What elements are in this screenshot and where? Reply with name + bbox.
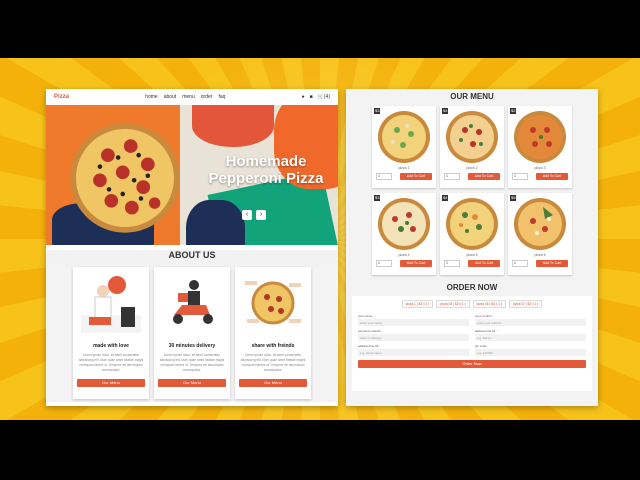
address1-input[interactable]: e.g. flat no. [475, 334, 586, 341]
payment-select[interactable]: cash on delivery [358, 334, 469, 341]
order-form: pizza 1 ( $3 x 2 ) pizza 03 ( $2 x 1 ) p… [352, 296, 592, 391]
price-badge: $4 [442, 108, 449, 114]
card-title: made with love [93, 343, 129, 349]
hero-title: Homemade Pepperoni Pizza [208, 153, 324, 187]
pizza-name: pizza 6 [534, 253, 546, 257]
pizza-image [514, 198, 566, 250]
nav-link-home[interactable]: home [145, 94, 158, 100]
pincode-input[interactable]: e.g. 123456 [475, 349, 586, 356]
order-chip[interactable]: pizza 06 ( $4 x 1 ) [472, 300, 506, 308]
delivery-scooter-illustration [173, 280, 213, 324]
order-chip[interactable]: pizza 07 ( $2 x 1 ) [508, 300, 543, 308]
number-input[interactable]: enter your number [475, 319, 586, 326]
name-field: your name : enter your name [358, 314, 469, 326]
screen: Pizza home about menu order faq ● ■ 🛒(4) [0, 0, 640, 480]
our-menu-button[interactable]: Our Menu [77, 379, 145, 387]
add-to-cart-button[interactable]: Add To Cart [468, 173, 500, 180]
about-card-share: share with freinds Lorem ipsum dolor, si… [235, 267, 311, 399]
about-card-love: made with love Lorem ipsum dolor, sit am… [73, 267, 149, 399]
menu-item: $5 pizza 6 1 Add To Cart [508, 193, 572, 275]
pizza-image [446, 111, 498, 163]
card-text: Lorem ipsum dolor, sit amet consectetur … [240, 353, 306, 372]
our-menu-button[interactable]: Our Menu [158, 379, 226, 387]
menu-item: $4 pizza 5 1 Add To Cart [440, 193, 504, 275]
order-now-button[interactable]: Order Now [358, 360, 586, 368]
order-chip[interactable]: pizza 03 ( $2 x 1 ) [436, 300, 470, 308]
about-section: ABOUT US made with love Lorem ipsum dolo… [46, 250, 338, 402]
quantity-input[interactable]: 1 [512, 260, 528, 267]
menu-grid: $3 pizza 1 1 Add To Cart $4 pizza 2 1 Add … [346, 106, 598, 275]
next-arrow-icon[interactable]: › [256, 210, 266, 220]
order-chip[interactable]: pizza 1 ( $3 x 2 ) [401, 300, 434, 308]
pepperoni-pizza-image [70, 123, 180, 233]
nav-icons: ● ■ 🛒(4) [302, 94, 330, 100]
quantity-input[interactable]: 1 [444, 173, 460, 180]
add-to-cart-button[interactable]: Add To Cart [468, 260, 500, 267]
nav-links: home about menu order faq [145, 94, 225, 100]
price-badge: $3 [374, 195, 381, 201]
add-to-cart-button[interactable]: Add To Cart [536, 260, 568, 267]
price-badge: $2 [510, 108, 517, 114]
add-to-cart-button[interactable]: Add To Cart [400, 173, 432, 180]
user-icon[interactable]: ● [302, 94, 305, 100]
menu-item: $3 pizza 4 1 Add To Cart [372, 193, 436, 275]
nav-link-about[interactable]: about [164, 94, 177, 100]
pizza-name: pizza 3 [534, 166, 546, 170]
cart-count: (4) [323, 94, 330, 100]
quantity-input[interactable]: 1 [512, 173, 528, 180]
number-field: your number : enter your number [475, 314, 586, 326]
pincode-field: pin code : e.g. 123456 [475, 344, 586, 356]
logo[interactable]: Pizza [54, 94, 69, 100]
pizza-name: pizza 2 [466, 166, 478, 170]
about-title: ABOUT US [168, 250, 216, 260]
quantity-input[interactable]: 1 [376, 260, 392, 267]
nav-link-order[interactable]: order [201, 94, 213, 100]
address2-field: address line 02 : e.g. street name [358, 344, 469, 356]
pizza-image [514, 111, 566, 163]
about-cards: made with love Lorem ipsum dolor, sit am… [46, 267, 338, 399]
menu-item: $4 pizza 2 1 Add To Cart [440, 106, 504, 188]
pizza-name: pizza 1 [398, 166, 410, 170]
menu-item: $2 pizza 3 1 Add To Cart [508, 106, 572, 188]
add-to-cart-button[interactable]: Add To Cart [400, 260, 432, 267]
address1-field: address line 01 : e.g. flat no. [475, 329, 586, 341]
price-badge: $3 [374, 108, 381, 114]
quantity-input[interactable]: 1 [444, 260, 460, 267]
menu-item: $3 pizza 1 1 Add To Cart [372, 106, 436, 188]
nav-link-faq[interactable]: faq [218, 94, 225, 100]
card-title: share with freinds [251, 343, 295, 349]
add-to-cart-button[interactable]: Add To Cart [536, 173, 568, 180]
sharing-pizza-illustration [245, 281, 301, 325]
cart-icon[interactable]: 🛒(4) [318, 94, 330, 100]
card-text: Lorem ipsum dolor, sit amet consectetur … [78, 353, 144, 372]
card-text: Lorem ipsum dolor, sit amet consectetur … [159, 353, 225, 372]
pizza-image [378, 111, 430, 163]
navbar: Pizza home about menu order faq ● ■ 🛒(4) [46, 89, 338, 105]
order-summary: pizza 1 ( $3 x 2 ) pizza 03 ( $2 x 1 ) p… [358, 300, 586, 308]
payment-field: payment method : cash on delivery [358, 329, 469, 341]
nav-link-menu[interactable]: menu [182, 94, 195, 100]
hero-slider: Homemade Pepperoni Pizza ‹ › [46, 105, 338, 245]
pizza-image [446, 198, 498, 250]
name-input[interactable]: enter your name [358, 319, 469, 326]
address2-input[interactable]: e.g. street name [358, 349, 469, 356]
order-fields: your name : enter your name your number :… [358, 314, 586, 356]
card-title: 30 minutes delivery [168, 343, 216, 349]
lock-icon[interactable]: ■ [310, 94, 313, 100]
price-badge: $4 [442, 195, 449, 201]
order-title: ORDER NOW [446, 283, 498, 292]
chef-illustration [81, 276, 141, 333]
homepage-preview: Pizza home about menu order faq ● ■ 🛒(4) [46, 89, 338, 406]
menu-title: OUR MENU [450, 92, 494, 101]
about-card-delivery: 30 minutes delivery Lorem ipsum dolor, s… [154, 267, 230, 399]
pizza-name: pizza 5 [466, 253, 478, 257]
prev-arrow-icon[interactable]: ‹ [242, 210, 252, 220]
price-badge: $5 [510, 195, 517, 201]
quantity-input[interactable]: 1 [376, 173, 392, 180]
slider-arrows: ‹ › [242, 210, 266, 220]
our-menu-button[interactable]: Our Menu [239, 379, 307, 387]
menu-page-preview: OUR MENU $3 pizza 1 1 Add To Cart $4 pizz… [346, 89, 598, 406]
pizza-name: pizza 4 [398, 253, 410, 257]
pizza-image [378, 198, 430, 250]
